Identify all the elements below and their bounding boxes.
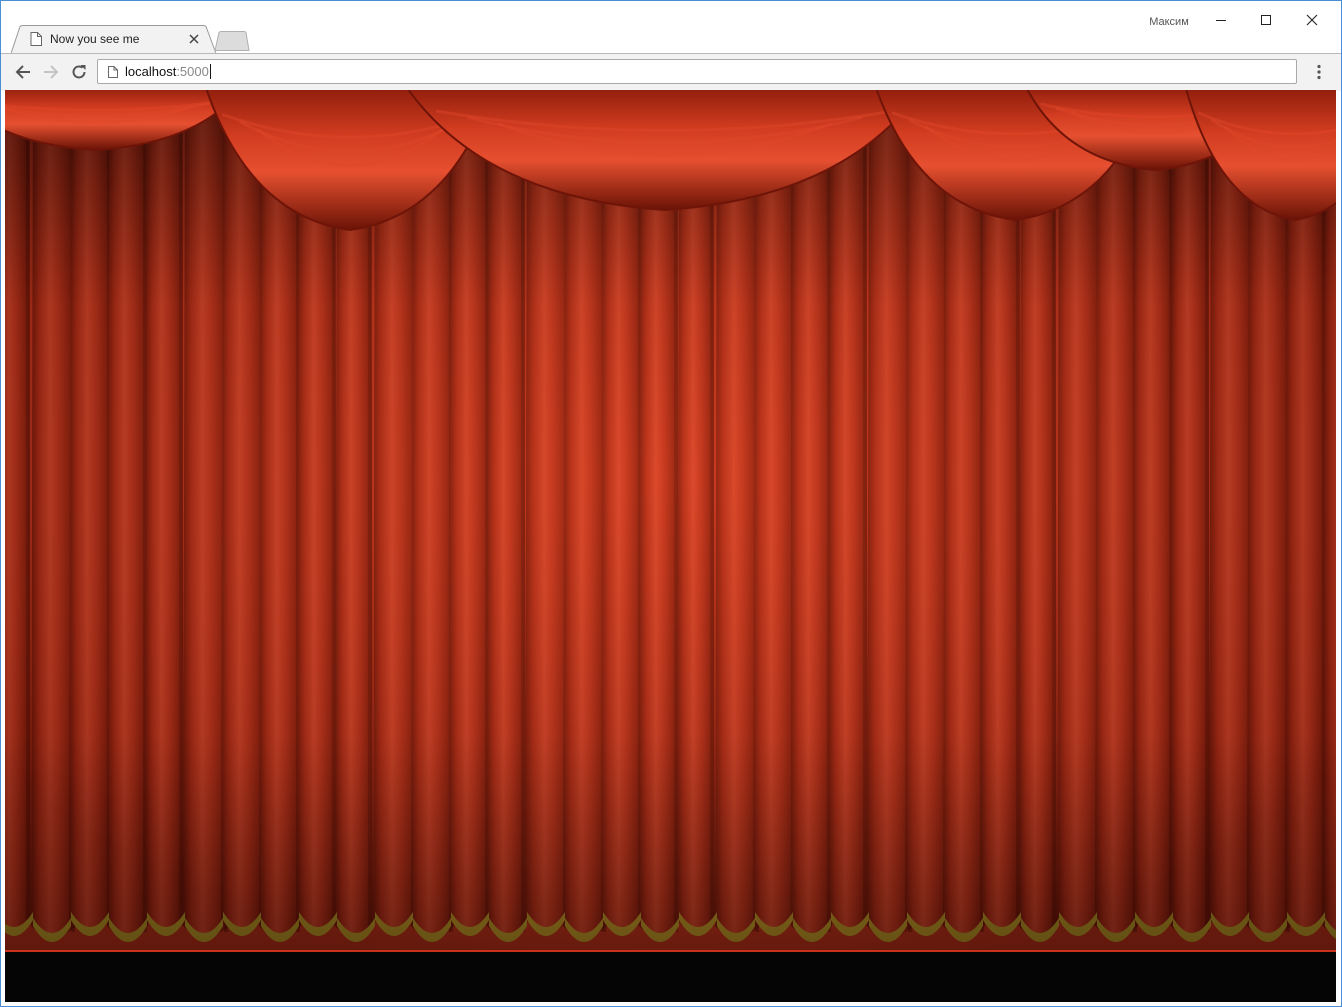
back-button[interactable]: [10, 59, 36, 85]
tab-title: Now you see me: [50, 32, 140, 46]
reload-icon: [72, 65, 86, 79]
profile-button[interactable]: Максим: [1141, 13, 1197, 31]
minimize-button[interactable]: [1199, 5, 1243, 35]
arrow-right-icon: [44, 65, 59, 79]
page-content: [5, 90, 1336, 1002]
new-tab-icon[interactable]: [214, 31, 250, 51]
reload-button[interactable]: [66, 59, 92, 85]
browser-menu-button[interactable]: [1306, 59, 1332, 85]
text-caret: [209, 64, 211, 79]
maximize-icon: [1261, 15, 1271, 25]
browser-window: Now you see me Максим localhost:5000: [0, 0, 1342, 1007]
window-close-button[interactable]: [1290, 5, 1334, 35]
browser-toolbar: localhost:5000: [1, 53, 1341, 91]
theater-curtain-image: [5, 90, 1336, 1002]
address-port: :5000: [176, 64, 209, 79]
page-icon: [30, 32, 42, 46]
tab-active[interactable]: Now you see me: [11, 25, 217, 54]
kebab-menu-icon: [1317, 64, 1321, 80]
curtain-spotlight: [5, 90, 1336, 950]
address-text[interactable]: localhost:5000: [125, 64, 211, 80]
close-icon: [1306, 14, 1318, 26]
tab-strip: Now you see me Максим: [1, 1, 1341, 54]
minimize-icon: [1216, 20, 1226, 21]
address-host: localhost: [125, 64, 177, 79]
maximize-button[interactable]: [1244, 5, 1288, 35]
page-icon: [108, 66, 118, 78]
close-icon[interactable]: [188, 33, 200, 45]
forward-button[interactable]: [38, 59, 64, 85]
address-bar[interactable]: localhost:5000: [97, 59, 1297, 84]
arrow-left-icon: [15, 65, 30, 79]
